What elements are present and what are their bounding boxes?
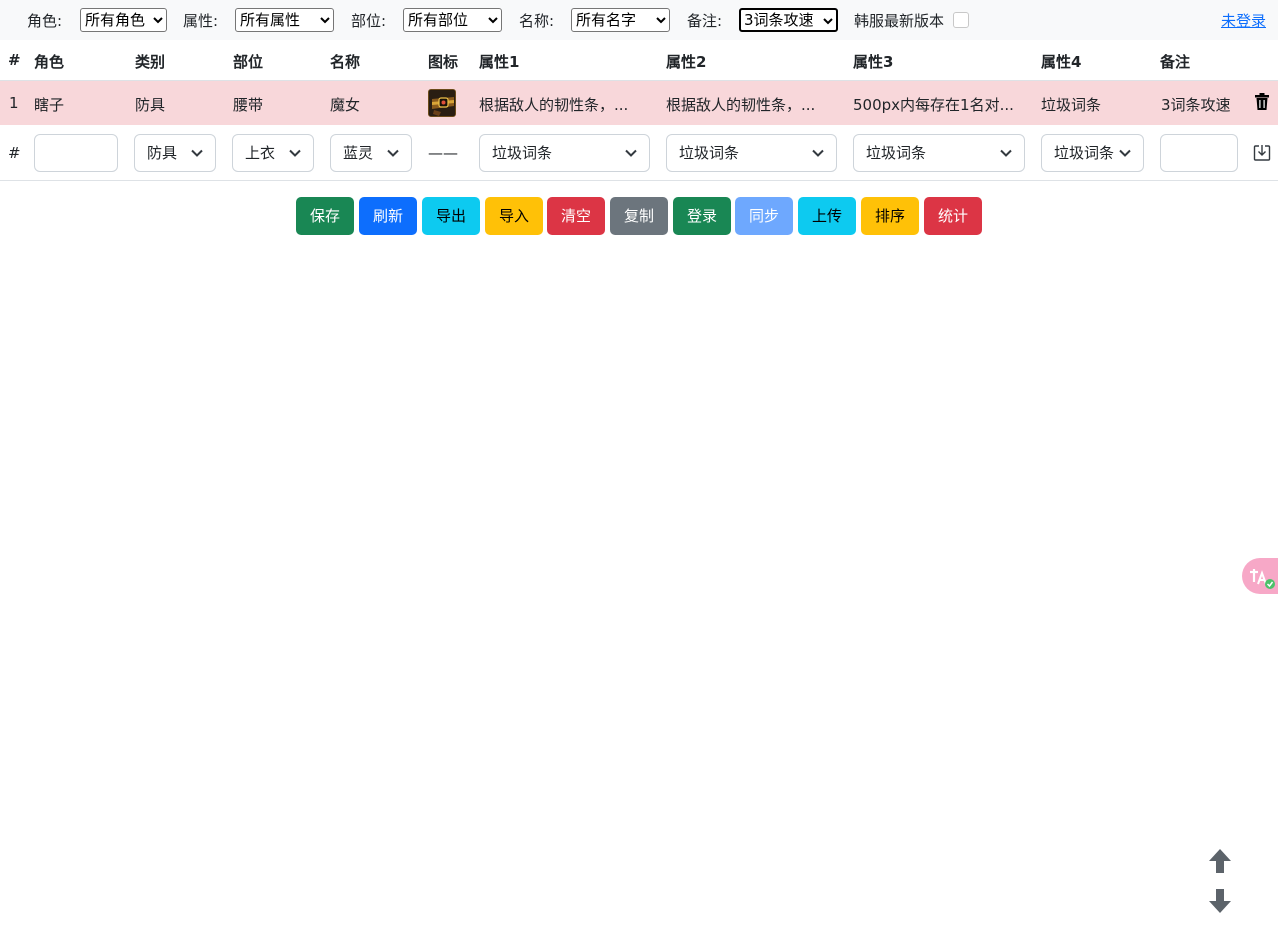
upload-button[interactable]: 上传 xyxy=(798,197,856,235)
part-filter-select[interactable]: 所有部位 xyxy=(403,8,502,32)
save-row-icon[interactable] xyxy=(1253,144,1271,162)
refresh-button[interactable]: 刷新 xyxy=(359,197,417,235)
chevron-down-icon xyxy=(812,149,824,157)
row-part: 腰带 xyxy=(233,96,264,114)
name-filter-select[interactable]: 所有名字 xyxy=(571,8,670,32)
export-button[interactable]: 导出 xyxy=(422,197,480,235)
col-header-role: 角色 xyxy=(34,53,65,71)
chevron-down-icon xyxy=(289,149,301,157)
chevron-down-icon xyxy=(191,149,203,157)
col-header-name: 名称 xyxy=(330,53,361,71)
chevron-down-icon xyxy=(1000,149,1012,157)
new-part-select[interactable]: 上衣 xyxy=(232,134,314,172)
role-filter-select[interactable]: 所有角色 xyxy=(80,8,167,32)
col-header-part: 部位 xyxy=(233,53,264,71)
col-header-attr4: 属性4 xyxy=(1041,53,1082,71)
new-attr2-select[interactable]: 垃圾词条 xyxy=(666,134,837,172)
clear-button[interactable]: 清空 xyxy=(547,197,605,235)
copy-button[interactable]: 复制 xyxy=(610,197,668,235)
attr-filter-select[interactable]: 所有属性 xyxy=(235,8,334,32)
note-filter-select[interactable]: 3词条攻速 xyxy=(739,8,838,32)
scroll-to-bottom-icon[interactable] xyxy=(1208,888,1232,914)
new-row-index: # xyxy=(8,144,21,162)
version-checkbox[interactable] xyxy=(953,12,969,28)
table-row[interactable]: 1 瞎子 防具 腰带 魔女 根据敌人的韧性条，... 根据敌人的韧性条，... … xyxy=(0,81,1278,125)
col-header-category: 类别 xyxy=(135,53,166,71)
new-attr4-select[interactable]: 垃圾词条 xyxy=(1041,134,1144,172)
row-role: 瞎子 xyxy=(34,96,65,114)
chevron-down-icon xyxy=(387,149,399,157)
row-name: 魔女 xyxy=(330,96,361,114)
col-header-attr3: 属性3 xyxy=(853,53,894,71)
new-attr3-select[interactable]: 垃圾词条 xyxy=(853,134,1025,172)
chevron-down-icon xyxy=(656,17,666,24)
part-filter-label: 部位: xyxy=(351,12,387,30)
new-category-select[interactable]: 防具 xyxy=(134,134,216,172)
name-filter-label: 名称: xyxy=(519,12,555,30)
row-index: 1 xyxy=(9,94,19,112)
row-note: 3词条攻速 xyxy=(1161,96,1231,114)
chevron-down-icon xyxy=(488,17,498,24)
col-header-attr2: 属性2 xyxy=(666,53,707,71)
chevron-down-icon xyxy=(320,17,330,24)
sync-button[interactable]: 同步 xyxy=(735,197,793,235)
chevron-down-icon xyxy=(153,17,163,24)
new-note-input[interactable] xyxy=(1160,134,1238,172)
new-name-select[interactable]: 蓝灵 xyxy=(330,134,412,172)
stats-button[interactable]: 统计 xyxy=(924,197,982,235)
translate-icon xyxy=(1250,569,1275,589)
version-checkbox-label: 韩服最新版本 xyxy=(854,12,945,30)
trash-icon[interactable] xyxy=(1255,93,1269,110)
row-attr2: 根据敌人的韧性条，... xyxy=(666,96,816,114)
row-attr1: 根据敌人的韧性条，... xyxy=(479,96,629,114)
new-icon-placeholder: —— xyxy=(428,144,458,162)
new-entry-row: # 防具 上衣 蓝灵 —— 垃圾词条 垃圾词条 垃圾词条 垃圾词条 xyxy=(0,126,1278,180)
row-attr3: 500px内每存在1名对... xyxy=(853,96,1014,114)
chevron-down-icon xyxy=(625,149,637,157)
note-filter-label: 备注: xyxy=(687,12,723,30)
row-attr4: 垃圾词条 xyxy=(1041,96,1102,114)
row-divider xyxy=(0,180,1278,181)
new-attr1-select[interactable]: 垃圾词条 xyxy=(479,134,650,172)
scroll-to-top-icon[interactable] xyxy=(1208,848,1232,874)
sort-button[interactable]: 排序 xyxy=(861,197,919,235)
translate-widget[interactable] xyxy=(1242,558,1278,594)
col-header-attr1: 属性1 xyxy=(479,53,520,71)
role-filter-label: 角色: xyxy=(27,12,63,30)
attr-filter-label: 属性: xyxy=(183,12,219,30)
col-header-note: 备注 xyxy=(1160,53,1191,71)
chevron-down-icon xyxy=(1119,149,1131,157)
belt-item-icon xyxy=(428,89,456,117)
chevron-down-icon xyxy=(823,18,833,25)
new-role-input[interactable] xyxy=(34,134,118,172)
save-button[interactable]: 保存 xyxy=(296,197,354,235)
col-header-icon: 图标 xyxy=(428,53,459,71)
filter-bar: 角色: 所有角色 属性: 所有属性 部位: 所有部位 名称: 所有名字 备注: … xyxy=(0,0,1278,40)
login-button[interactable]: 登录 xyxy=(673,197,731,235)
import-button[interactable]: 导入 xyxy=(485,197,543,235)
col-header-index: # xyxy=(8,51,21,69)
login-status-link[interactable]: 未登录 xyxy=(1221,10,1266,31)
row-category: 防具 xyxy=(135,96,166,114)
